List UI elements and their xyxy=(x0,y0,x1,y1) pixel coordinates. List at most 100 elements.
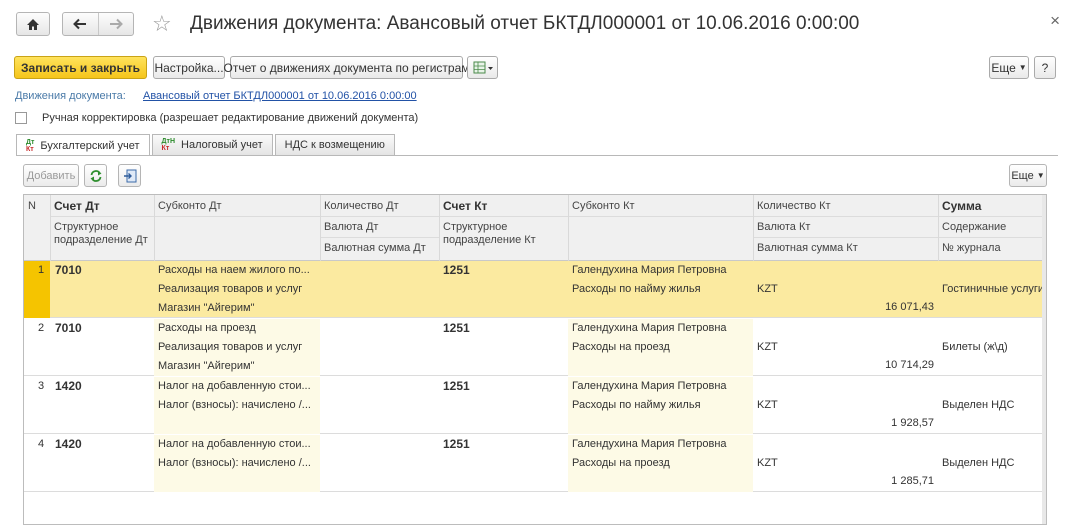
header-col-line xyxy=(568,195,569,261)
tab-vat-refund[interactable]: НДС к возмещению xyxy=(274,134,395,155)
header-col-line xyxy=(50,195,51,261)
col-dt-currency[interactable]: Валюта Дт xyxy=(324,221,378,233)
kt-currency[interactable]: KZT xyxy=(757,341,778,353)
content[interactable]: Выделен НДС xyxy=(942,399,1014,411)
amount[interactable]: 16 071,43 xyxy=(885,301,934,313)
content[interactable]: Гостиничные услуги xyxy=(942,283,1044,295)
dt-subconto-2[interactable]: Реализация товаров и услуг xyxy=(158,283,302,295)
col-dt-account[interactable]: Счет Дт xyxy=(54,199,100,213)
dt-subconto-2[interactable]: Налог (взносы): начислено /... xyxy=(158,399,311,411)
table-row[interactable]: 1 7010 Расходы на наем жилого по... Реал… xyxy=(24,261,1046,318)
amount[interactable]: 10 714,29 xyxy=(885,359,934,371)
col-n[interactable]: N xyxy=(28,200,36,212)
vertical-scrollbar[interactable] xyxy=(1042,195,1046,524)
arrow-left-icon xyxy=(73,18,87,30)
table-header: N Счет Дт Структурное подразделение Дт С… xyxy=(24,195,1046,261)
table-row[interactable]: 2 7010 Расходы на проезд Реализация това… xyxy=(24,319,1046,376)
load-movements-button[interactable] xyxy=(118,164,141,187)
col-kt-qty[interactable]: Количество Кт xyxy=(757,200,831,212)
kt-currency[interactable]: KZT xyxy=(757,283,778,295)
col-dt-qty[interactable]: Количество Дт xyxy=(324,200,399,212)
header-divider xyxy=(753,237,1046,238)
movements-table: N Счет Дт Структурное подразделение Дт С… xyxy=(23,194,1047,525)
dt-subconto-2[interactable]: Реализация товаров и услуг xyxy=(158,341,302,353)
movements-report-button[interactable]: Отчет о движениях документа по регистрам xyxy=(224,56,470,79)
manual-correction-checkbox[interactable] xyxy=(15,112,27,124)
tab-accounting-label: Бухгалтерский учет xyxy=(40,139,140,152)
home-button[interactable] xyxy=(16,12,50,36)
col-kt-subconto[interactable]: Субконто Кт xyxy=(572,200,635,212)
kt-subconto-2[interactable]: Расходы на проезд xyxy=(572,341,670,353)
settings-button[interactable]: Настройка... xyxy=(153,56,225,79)
home-icon xyxy=(27,18,39,30)
kt-account[interactable]: 1251 xyxy=(443,263,470,277)
row-number: 4 xyxy=(38,438,45,450)
favorite-star-icon[interactable]: ☆ xyxy=(152,11,172,37)
arrow-right-icon xyxy=(109,18,123,30)
header-col-line xyxy=(154,195,155,261)
more-button[interactable]: Еще ▼ xyxy=(989,56,1029,79)
import-icon xyxy=(123,169,136,182)
document-link[interactable]: Авансовый отчет БКТДЛ000001 от 10.06.201… xyxy=(143,90,417,102)
dt-subconto-2[interactable]: Налог (взносы): начислено /... xyxy=(158,457,311,469)
dt-account[interactable]: 7010 xyxy=(55,263,82,277)
tab-vat-label: НДС к возмещению xyxy=(284,139,385,151)
save-close-button[interactable]: Записать и закрыть xyxy=(14,56,147,79)
back-button[interactable] xyxy=(63,13,98,35)
dt-subconto-1[interactable]: Налог на добавленную стои... xyxy=(158,380,311,392)
dt-account[interactable]: 7010 xyxy=(55,321,82,335)
kt-subconto-1[interactable]: Галендухина Мария Петровна xyxy=(572,380,727,392)
col-sum[interactable]: Сумма xyxy=(942,199,981,213)
help-button[interactable]: ? xyxy=(1034,56,1056,79)
kt-currency[interactable]: KZT xyxy=(757,399,778,411)
row-number: 1 xyxy=(38,264,45,276)
kt-subconto-2[interactable]: Расходы на проезд xyxy=(572,457,670,469)
col-dt-subconto[interactable]: Субконто Дт xyxy=(158,200,222,212)
dt-subconto-1[interactable]: Расходы на проезд xyxy=(158,322,256,334)
tab-tax-label: Налоговый учет xyxy=(181,139,263,151)
row-number: 2 xyxy=(38,322,45,334)
col-dt-cur-sum[interactable]: Валютная сумма Дт xyxy=(324,242,426,254)
col-dt-dept[interactable]: Структурное подразделение Дт xyxy=(54,221,150,247)
content[interactable]: Билеты (ж\д) xyxy=(942,341,1008,353)
table-row[interactable]: 4 1420 Налог на добавленную стои... Нало… xyxy=(24,435,1046,492)
col-kt-cur-sum[interactable]: Валютная сумма Кт xyxy=(757,242,858,254)
refresh-button[interactable] xyxy=(84,164,107,187)
kt-account[interactable]: 1251 xyxy=(443,379,470,393)
tab-tax[interactable]: ДтН Кт Налоговый учет xyxy=(151,134,273,155)
kt-account[interactable]: 1251 xyxy=(443,437,470,451)
add-button[interactable]: Добавить xyxy=(23,164,79,187)
table-row[interactable]: 3 1420 Налог на добавленную стои... Нало… xyxy=(24,377,1046,434)
tab-divider xyxy=(16,155,1058,156)
content[interactable]: Выделен НДС xyxy=(942,457,1014,469)
col-kt-account[interactable]: Счет Кт xyxy=(443,199,487,213)
amount[interactable]: 1 928,57 xyxy=(891,417,934,429)
col-journal[interactable]: № журнала xyxy=(942,242,1001,254)
close-icon[interactable]: × xyxy=(1050,11,1060,31)
dt-subconto-1[interactable]: Расходы на наем жилого по... xyxy=(158,264,310,276)
spreadsheet-icon xyxy=(473,61,493,73)
tax-icon: ДтН Кт xyxy=(161,138,176,152)
col-kt-dept[interactable]: Структурное подразделение Кт xyxy=(443,221,553,247)
amount[interactable]: 1 285,71 xyxy=(891,475,934,487)
dt-account[interactable]: 1420 xyxy=(55,437,82,451)
table-more-button[interactable]: Еще ▼ xyxy=(1009,164,1047,187)
forward-button[interactable] xyxy=(98,13,133,35)
tab-accounting[interactable]: Дт Кт Бухгалтерский учет xyxy=(16,134,150,156)
row-selection-marker xyxy=(24,261,50,318)
kt-account[interactable]: 1251 xyxy=(443,321,470,335)
col-kt-currency[interactable]: Валюта Кт xyxy=(757,221,810,233)
kt-subconto-1[interactable]: Галендухина Мария Петровна xyxy=(572,264,727,276)
header-col-line xyxy=(753,195,754,261)
export-button[interactable] xyxy=(467,56,498,79)
kt-subconto-1[interactable]: Галендухина Мария Петровна xyxy=(572,438,727,450)
dt-account[interactable]: 1420 xyxy=(55,379,82,393)
col-content[interactable]: Содержание xyxy=(942,221,1006,233)
kt-subconto-2[interactable]: Расходы по найму жилья xyxy=(572,283,701,295)
kt-subconto-1[interactable]: Галендухина Мария Петровна xyxy=(572,322,727,334)
kt-currency[interactable]: KZT xyxy=(757,457,778,469)
kt-subconto-2[interactable]: Расходы по найму жилья xyxy=(572,399,701,411)
dt-subconto-3[interactable]: Магазин "Айгерим" xyxy=(158,302,255,314)
dt-subconto-1[interactable]: Налог на добавленную стои... xyxy=(158,438,311,450)
dt-subconto-3[interactable]: Магазин "Айгерим" xyxy=(158,360,255,372)
